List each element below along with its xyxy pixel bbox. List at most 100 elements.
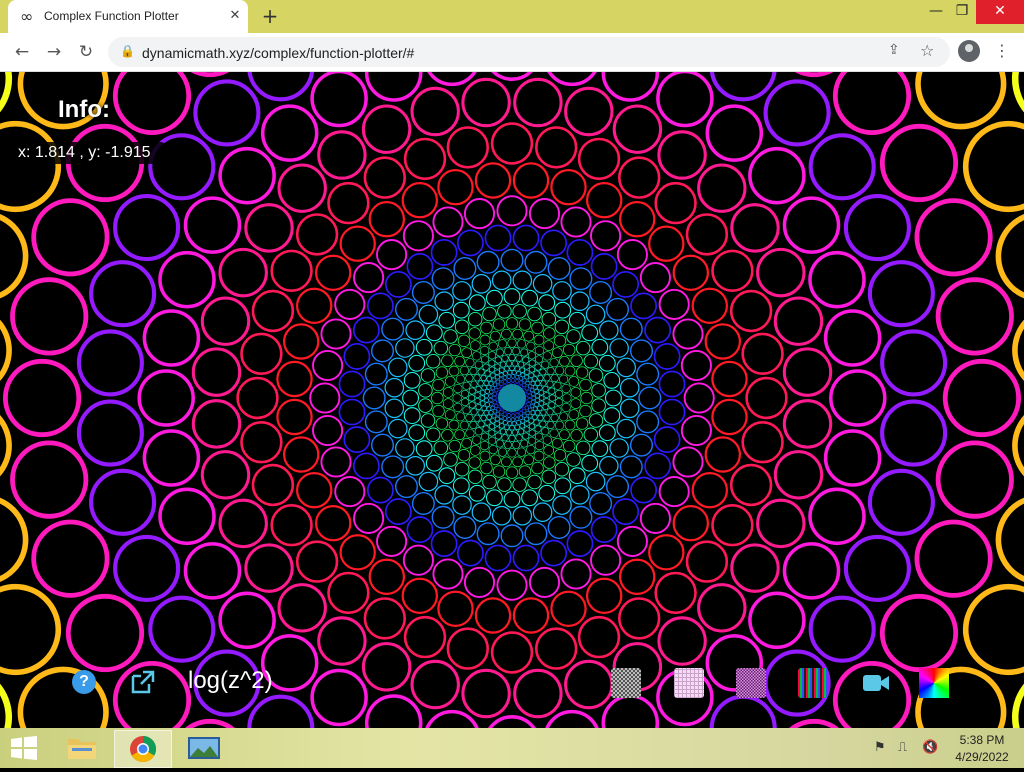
taskbar-photos[interactable] [176,730,232,766]
plot-circle [425,324,443,342]
plot-circle [490,418,496,424]
plot-circle [502,375,508,380]
profile-avatar-icon[interactable] [958,40,980,62]
plot-circle [490,405,495,411]
plot-circle [548,394,556,402]
video-camera-icon[interactable] [862,672,890,694]
plot-circle [482,425,490,433]
plot-circle [446,126,489,169]
color-wheel-button[interactable] [919,668,949,698]
browser-tab[interactable]: ∞ Complex Function Plotter ✕ [8,0,248,33]
texture-grid-button[interactable] [674,668,704,698]
plot-circle [244,543,294,593]
browser-titlebar: ∞ Complex Function Plotter ✕ + — ❐ ✕ [0,0,1024,33]
plot-circle [524,369,530,375]
tab-close-icon[interactable]: ✕ [226,7,244,25]
plot-circle [455,374,466,384]
plot-circle [494,426,501,433]
close-window-button[interactable]: ✕ [976,0,1024,24]
plot-circle [468,327,481,340]
texture-pattern-button[interactable] [736,668,766,698]
plot-circle [604,389,622,407]
plot-circle [3,358,82,438]
plot-circle [543,414,551,422]
plot-circle [534,345,545,356]
plot-circle [512,477,527,492]
lock-icon[interactable]: 🔒 [120,44,135,58]
plot-circle [644,316,672,344]
plot-circle [531,461,544,475]
clock-time[interactable]: 5:38 PM [958,733,1006,747]
plot-circle [518,415,524,420]
plot-circle [533,450,545,462]
plot-circle [495,374,500,380]
texture-checker-button[interactable] [611,668,641,698]
taskbar-file-explorer[interactable] [54,730,110,766]
plot-circle [564,86,614,137]
external-link-icon[interactable] [129,668,157,696]
plot-circle [494,403,499,409]
plot-circle [480,440,490,451]
texture-stripes-button[interactable] [798,668,828,698]
plot-circle [448,365,460,377]
maximize-button[interactable]: ❐ [946,0,978,24]
share-icon[interactable]: ⇪ [888,42,900,58]
plot-circle [425,427,441,443]
plot-circle [526,445,536,455]
new-tab-button[interactable]: + [258,5,282,29]
plot-circle [522,356,530,364]
plot-circle [880,329,948,397]
plot-canvas[interactable]: Info: x: 1.814 , y: -1.915 ? log(z^2) [0,72,1024,728]
plot-circle [616,418,637,439]
address-bar[interactable]: 🔒 dynamicmath.xyz/complex/function-plott… [108,37,950,67]
plot-circle [672,446,704,478]
plot-circle [516,339,527,349]
windows-start-icon[interactable] [10,736,38,760]
plot-circle [473,414,481,422]
plot-circle [590,252,618,280]
plot-circle [570,354,583,367]
plot-circle [526,389,531,395]
url-text[interactable]: dynamicmath.xyz/complex/function-plotter… [142,45,414,61]
plot-circle [484,544,512,572]
plot-circle [546,380,554,388]
back-button[interactable]: ← [9,39,35,65]
plot-circle [480,432,489,441]
plot-circle [549,428,559,438]
taskbar-chrome[interactable] [114,730,172,768]
plot-circle [480,414,487,421]
plot-circle [490,454,501,466]
help-button[interactable]: ? [72,670,96,694]
function-expression[interactable]: log(z^2) [188,667,273,695]
browser-menu-icon[interactable]: ⋮ [994,41,1010,60]
reload-button[interactable]: ↻ [73,39,99,65]
plot-circle [588,368,604,383]
plot-circle [327,571,370,615]
plot-circle [537,385,543,391]
plot-circle [406,252,434,280]
forward-button[interactable]: → [41,39,67,65]
clock-date[interactable]: 4/29/2022 [952,750,1012,764]
plot-circle [705,104,764,162]
plot-circle [543,456,556,469]
plot-circle [476,522,500,546]
plot-circle [545,709,599,728]
plot-circle [542,435,552,445]
plot-circle [334,288,366,320]
volume-muted-icon[interactable]: 🔇 [922,740,938,755]
plot-circle [685,540,729,583]
plot-circle [516,371,521,376]
network-icon[interactable]: ⎍ [898,740,907,755]
plot-circle [476,250,500,274]
plot-circle [543,445,555,456]
plot-circle [487,715,537,728]
plot-circle [540,229,568,257]
plot-circle [468,294,486,312]
plot-circle [113,194,181,262]
bookmark-star-icon[interactable]: ☆ [920,41,934,60]
action-center-flag-icon[interactable]: ⚑ [874,740,886,755]
plot-circle [995,497,1024,583]
plot-circle [534,425,542,433]
plot-circle [504,366,510,372]
plot-circle [312,349,344,382]
